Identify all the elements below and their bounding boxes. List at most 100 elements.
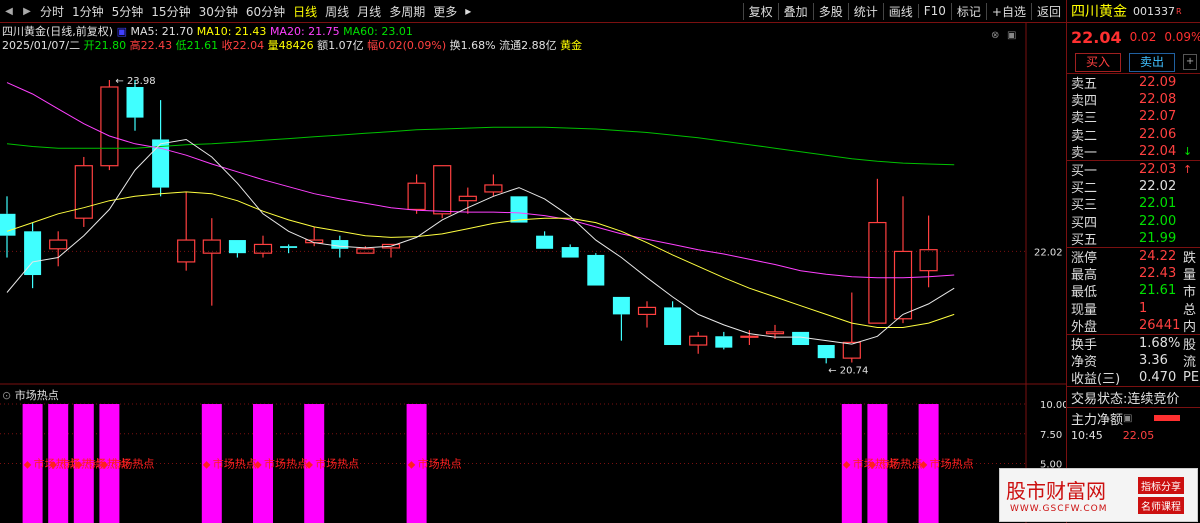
- candle-body: [510, 196, 528, 223]
- hotspot-label: 市场热点: [315, 457, 359, 471]
- candle-body: [280, 246, 298, 248]
- quote-header: 四川黄金 001337 R: [1067, 0, 1200, 23]
- hotspot-gem-icon: ◆: [24, 460, 32, 471]
- quote-row-extra: 市: [1183, 285, 1197, 301]
- quote-row-label: 卖四: [1071, 94, 1098, 110]
- quote-flag-badge: R: [1176, 6, 1182, 16]
- hotspot-label: 市场热点: [418, 457, 462, 471]
- bar-volume: 量48426: [267, 39, 314, 52]
- hotspot-label: 市场热点: [264, 457, 308, 471]
- watermark-logo-text: 股市财富网: [1006, 479, 1106, 503]
- bar-change: 幅0.02(0.09%): [367, 39, 447, 52]
- quote-row-label: 收益(三): [1071, 372, 1121, 388]
- quote-row: 外盘 26441 内: [1067, 317, 1200, 335]
- ma5-line: [6, 138, 955, 345]
- quote-stats: 涨停 24.22 跌最高 22.43 量最低 21.61 市现量 1 总外盘 26441 内: [1067, 248, 1200, 335]
- quote-change-pct: 0.09%: [1164, 30, 1200, 44]
- candle-body: [817, 345, 835, 359]
- main-force-row: 主力净额 ▣: [1067, 408, 1200, 428]
- bar-close: 收22.04: [221, 39, 265, 52]
- quote-row: 最低 21.61 市: [1067, 282, 1200, 301]
- hotspot-gem-icon: ◆: [100, 460, 108, 471]
- quote-row-label: 卖一: [1071, 145, 1098, 161]
- bar-low: 低21.61: [175, 39, 219, 52]
- add-icon[interactable]: +: [1183, 54, 1198, 70]
- candle-body: [100, 86, 119, 167]
- hotspot-gem-icon: ◆: [868, 460, 876, 471]
- kline-chart[interactable]: ⊗ ▣← 23.98← 20.7422.0210.007.505.00◆ 市场热点◆…: [0, 0, 1066, 523]
- watermark-tag-2: 名师课程: [1138, 497, 1184, 514]
- quote-row-extra: 量: [1183, 268, 1197, 284]
- quote-row: 买四 22.00: [1067, 213, 1200, 231]
- trade-buttons: 买入 卖出 +: [1067, 51, 1200, 74]
- candle-body: [612, 296, 630, 315]
- quote-row-value: 22.09: [1139, 75, 1177, 91]
- quote-row-label: 买四: [1071, 215, 1098, 231]
- candle-body: [536, 235, 554, 249]
- main-force-icon: ▣: [1123, 412, 1133, 424]
- candle-body: [561, 247, 579, 258]
- quote-row-label: 换手: [1071, 337, 1098, 353]
- quote-change: 0.02: [1129, 30, 1157, 44]
- indicator-axis-label: 10.00: [1040, 400, 1066, 411]
- bar-open: 开21.80: [83, 39, 127, 52]
- candle-body: [893, 250, 913, 320]
- quote-row-label: 买三: [1071, 198, 1098, 214]
- hotspot-gem-icon: ◆: [843, 460, 851, 471]
- quote-row-value: 22.01: [1139, 196, 1177, 212]
- candle-body: [740, 335, 759, 338]
- candle-body: [637, 306, 657, 316]
- hotspot-label: 市场热点: [213, 457, 257, 471]
- sell-button[interactable]: 卖出: [1129, 52, 1176, 72]
- quote-row-arrow: ↑: [1183, 163, 1193, 177]
- bar-float: 流通2.88亿: [499, 39, 557, 52]
- candle-body: [689, 335, 708, 346]
- candle-body: [919, 249, 938, 272]
- indicator-close-icon[interactable]: ⊙: [2, 389, 11, 402]
- quote-row: 卖四 22.08: [1067, 91, 1200, 110]
- price-axis-label: 22.02: [1034, 247, 1063, 258]
- quote-row: 换手 1.68% 股: [1067, 335, 1200, 353]
- quote-row: 收益(三) 0.470 PE: [1067, 369, 1200, 388]
- quote-row: 买三 22.01: [1067, 195, 1200, 214]
- candle-body: [458, 195, 477, 202]
- bar-date: 2025/01/07/二: [2, 39, 81, 52]
- quote-row: 现量 1 总: [1067, 299, 1200, 318]
- hotspot-gem-icon: ◆: [920, 460, 928, 471]
- candle-body: [765, 331, 785, 335]
- hotspot-gem-icon: ◆: [305, 460, 313, 471]
- quote-row-label: 涨停: [1071, 250, 1098, 266]
- quote-panel: 四川黄金 001337 R 22.04 0.02 0.09% 买入 卖出 + 卖…: [1066, 0, 1200, 523]
- candle-body: [484, 184, 503, 193]
- quote-row-value: 22.00: [1139, 213, 1177, 229]
- hotspot-gem-icon: ◆: [49, 460, 57, 471]
- tick-price: 22.05: [1122, 428, 1155, 442]
- ask-book: 卖五 22.09 卖四 22.08 卖三 22.07 卖二 22.06 卖一 22.04 ↓: [1067, 74, 1200, 161]
- quote-stock-name: 四川黄金: [1071, 4, 1127, 20]
- buy-button[interactable]: 买入: [1075, 52, 1122, 72]
- hotspot-gem-icon: ◆: [75, 460, 83, 471]
- quote-row-label: 买五: [1071, 232, 1098, 248]
- candle-body: [407, 182, 426, 211]
- bar-sector: 黄金: [560, 39, 583, 52]
- candle-body: [664, 307, 682, 346]
- hotspot-gem-icon: ◆: [203, 460, 211, 471]
- candle-body: [126, 86, 144, 118]
- candle-body: [433, 165, 452, 215]
- watermark-tag-1: 指标分享: [1138, 477, 1184, 494]
- quote-row-label: 净资: [1071, 355, 1098, 371]
- hotspot-label: 市场热点: [878, 457, 922, 471]
- candle-body: [842, 341, 861, 359]
- quote-stock-code: 001337: [1133, 4, 1175, 18]
- hotspot-gem-icon: ◆: [254, 460, 262, 471]
- quote-row: 卖二 22.06: [1067, 126, 1200, 144]
- hotspot-label: 市场热点: [110, 457, 154, 471]
- low-label: ← 20.74: [828, 365, 868, 376]
- candle-body: [49, 239, 68, 250]
- hotspot-gem-icon: ◆: [408, 460, 416, 471]
- quote-row-label: 买二: [1071, 181, 1098, 197]
- tick-time: 10:45: [1071, 428, 1103, 442]
- watermark-url: WWW.GSCFW.COM: [1010, 504, 1108, 514]
- watermark: 股市财富网 WWW.GSCFW.COM 指标分享 名师课程: [999, 468, 1198, 522]
- quote-row-label: 最高: [1071, 268, 1098, 284]
